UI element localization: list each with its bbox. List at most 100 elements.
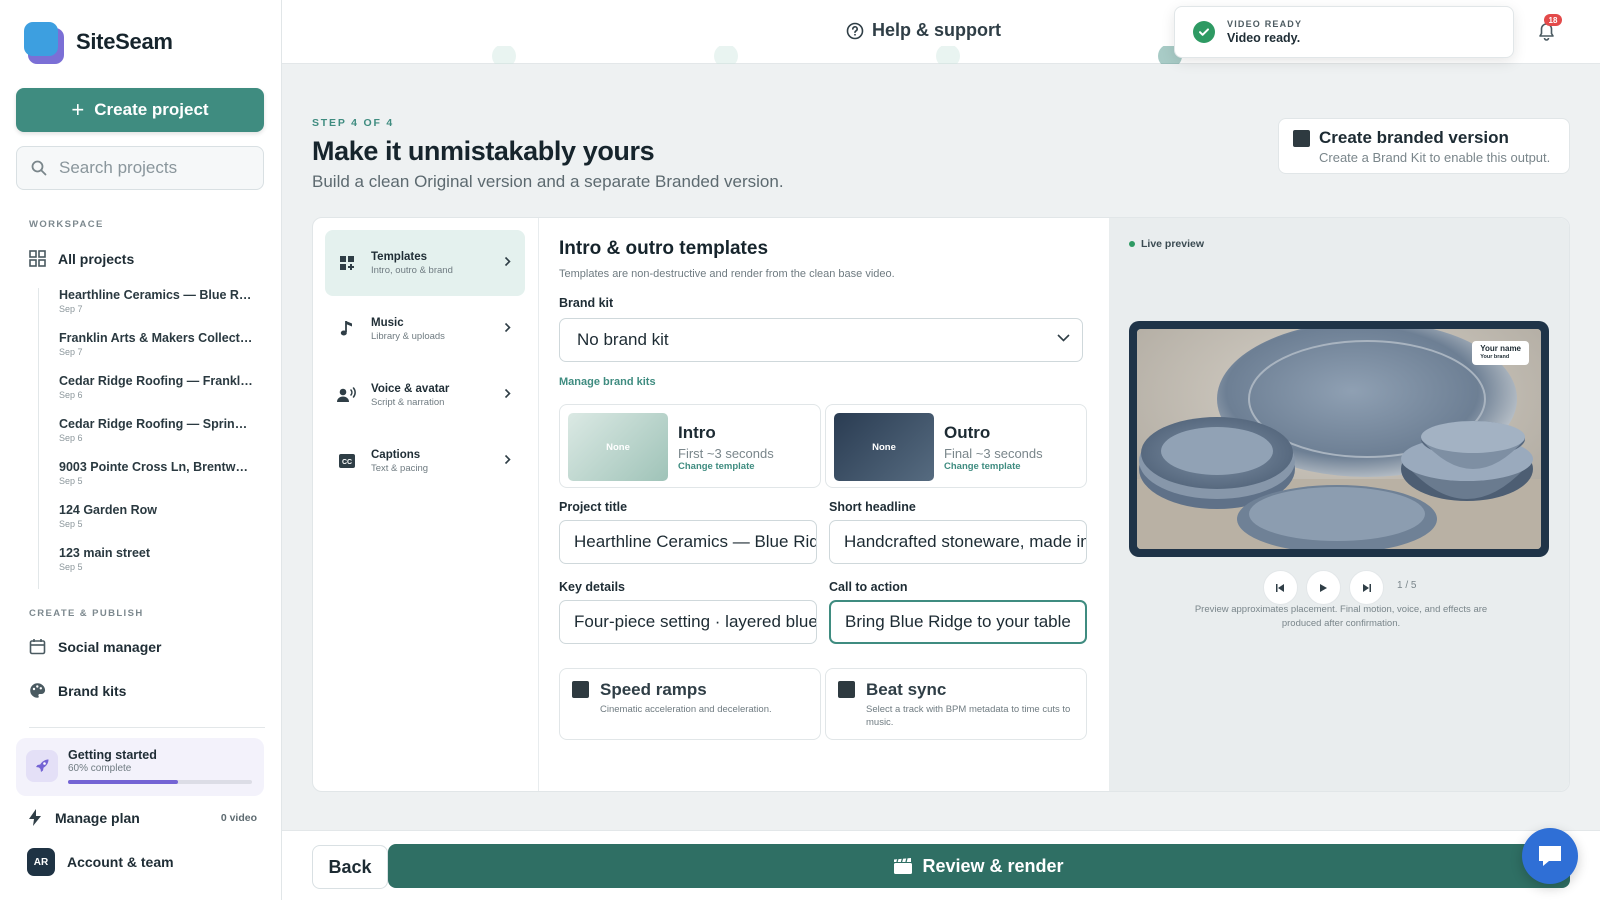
help-label: Help & support [872,20,1001,40]
live-preview-indicator: Live preview [1129,238,1204,250]
slide-counter: 1 / 5 [1397,580,1417,591]
project-date: Sep 7 [59,347,83,357]
tab-subtitle: Intro, outro & brand [371,264,453,276]
tag-name: Your name [1480,344,1521,353]
brand-tag: Your name Your brand [1472,341,1529,365]
templates-icon [337,255,357,271]
editor-panel: Templates Intro, outro & brand Music Libra… [312,217,1570,792]
voice-icon [337,387,357,403]
project-title: 124 Garden Row [59,503,157,517]
list-item[interactable]: Franklin Arts & Makers Collective Sep 7 [59,331,258,374]
preview-image: Your name Your brand [1137,329,1541,549]
review-render-button[interactable]: Review & render [388,844,1570,888]
list-item[interactable]: 123 main street Sep 5 [59,546,258,589]
manage-brand-kits-link[interactable]: Manage brand kits [559,376,656,388]
live-dot-icon [1129,241,1135,247]
outro-change-template-link[interactable]: Change template [944,461,1021,472]
intro-thumbnail: None [568,413,668,481]
chevron-right-icon [504,256,511,267]
next-button[interactable] [1349,570,1384,605]
app-name: SiteSeam [76,29,173,54]
outro-title: Outro [944,423,991,442]
short-headline-input[interactable] [829,520,1087,564]
list-item[interactable]: 124 Garden Row Sep 5 [59,503,258,546]
search-box[interactable] [16,146,264,190]
intro-change-template-link[interactable]: Change template [678,461,755,472]
project-list: Hearthline Ceramics — Blue Ridge Stonewa… [38,288,258,589]
intro-template-card[interactable]: None Intro First ~3 seconds Change templ… [559,404,821,488]
chat-support-button[interactable] [1522,828,1578,884]
chevron-down-icon [1057,334,1070,342]
create-branded-version-option[interactable]: Create branded version Create a Brand Ki… [1278,118,1570,174]
manage-plan-row[interactable]: Manage plan 0 video [29,809,257,826]
speed-ramps-subtitle: Cinematic acceleration and deceleration. [600,704,772,715]
speed-ramps-checkbox[interactable] [572,681,589,698]
key-details-input[interactable] [559,600,817,644]
speed-ramps-option[interactable]: Speed ramps Cinematic acceleration and d… [559,668,821,740]
clapperboard-icon [894,858,913,874]
help-support-link[interactable]: Help & support [846,20,1001,41]
list-item[interactable]: Hearthline Ceramics — Blue Ridge Stonewa… [59,288,258,331]
avatar: AR [27,848,55,876]
list-item[interactable]: Cedar Ridge Roofing — Franklin Repairs Se… [59,374,258,417]
preview-note: Preview approximates placement. Final mo… [1194,604,1488,629]
tab-templates[interactable]: Templates Intro, outro & brand [325,230,525,296]
play-button[interactable] [1306,570,1341,605]
sidebar-item-label: All projects [58,250,135,267]
call-to-action-input[interactable] [829,600,1087,644]
app-logo[interactable]: SiteSeam [24,22,173,64]
page-subtitle: Build a clean Original version and a sep… [312,172,784,191]
sidebar-item-brand-kits[interactable]: Brand kits [29,682,126,699]
tab-captions[interactable]: CC Captions Text & pacing [325,428,525,494]
sidebar-item-all-projects[interactable]: All projects [29,250,134,267]
branded-subtitle: Create a Brand Kit to enable this output… [1319,150,1551,165]
sidebar-item-social-manager[interactable]: Social manager [29,638,162,655]
project-title: Cedar Ridge Roofing — Franklin Repairs [59,374,254,388]
speed-ramps-title: Speed ramps [600,680,707,699]
list-item[interactable]: 9003 Pointe Cross Ln, Brentwood Sep 5 [59,460,258,503]
section-subheading: Templates are non-destructive and render… [559,268,895,280]
account-team-row[interactable]: AR Account & team [27,848,174,876]
project-title: Franklin Arts & Makers Collective [59,331,254,345]
create-publish-section-label: CREATE & PUBLISH [29,608,144,619]
project-date: Sep 7 [59,304,83,314]
grid-icon [29,250,46,267]
project-title: Cedar Ridge Roofing — Spring Refresh [59,417,254,431]
tab-voice-avatar[interactable]: Voice & avatar Script & narration [325,362,525,428]
list-item[interactable]: Cedar Ridge Roofing — Spring Refresh Sep … [59,417,258,460]
project-title-label: Project title [559,500,628,514]
tab-music[interactable]: Music Library & uploads [325,296,525,362]
project-date: Sep 5 [59,519,83,529]
project-date: Sep 6 [59,433,83,443]
live-preview-pane: Live preview Your name Your brand 1 / 5 … [1109,218,1569,791]
beat-sync-checkbox[interactable] [838,681,855,698]
video-ready-toast[interactable]: VIDEO READY Video ready. [1174,6,1514,58]
tab-subtitle: Text & pacing [371,462,429,474]
palette-icon [29,682,46,699]
project-title-input[interactable] [559,520,817,564]
getting-started-title: Getting started [68,748,157,762]
branded-checkbox[interactable] [1293,130,1310,147]
brand-kit-select[interactable]: No brand kit [559,318,1083,362]
divider [29,727,265,728]
tab-subtitle: Script & narration [371,396,445,408]
page-title: Make it unmistakably yours [312,136,655,166]
skip-back-icon [1276,583,1284,592]
preview-device-frame: Your name Your brand [1129,321,1549,557]
tab-title: Templates [371,250,428,263]
settings-tabs: Templates Intro, outro & brand Music Libra… [313,218,539,791]
progress-bar [68,780,252,784]
outro-template-card[interactable]: None Outro Final ~3 seconds Change templ… [825,404,1087,488]
outro-subtitle: Final ~3 seconds [944,446,1043,461]
tab-title: Captions [371,448,421,461]
chevron-right-icon [504,322,511,333]
review-render-label: Review & render [922,855,1064,876]
previous-button[interactable] [1263,570,1298,605]
search-input[interactable] [59,158,249,178]
beat-sync-option[interactable]: Beat sync Select a track with BPM metada… [825,668,1087,740]
intro-title: Intro [678,423,716,442]
create-project-label: Create project [94,100,209,119]
getting-started-card[interactable]: Getting started 60% complete [16,738,264,796]
create-project-button[interactable]: + Create project [16,88,264,132]
back-button[interactable]: Back [312,845,388,889]
